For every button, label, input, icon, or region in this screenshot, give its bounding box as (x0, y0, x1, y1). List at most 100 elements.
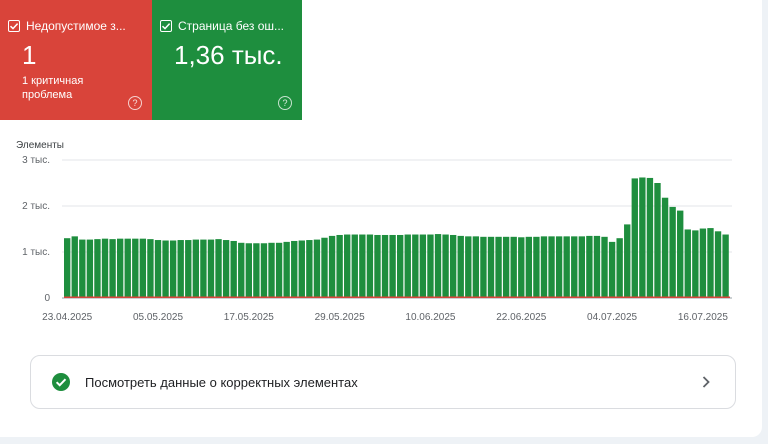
invalid-status-tile[interactable]: Недопустимое з... 1 1 критичная проблема… (0, 0, 152, 120)
chart-bar (245, 243, 252, 298)
valid-status-tile[interactable]: Страница без ош... 1,36 тыс. ? (152, 0, 302, 120)
chart-bar (336, 234, 343, 298)
chart-bar-invalid (684, 296, 693, 298)
chart-bar (253, 243, 260, 298)
chart-bar (699, 228, 707, 298)
chart-bar (366, 234, 374, 298)
help-icon[interactable]: ? (278, 96, 292, 110)
chart-bar (533, 236, 540, 298)
chart-bar-invalid (397, 296, 405, 298)
checkbox-icon[interactable] (8, 20, 20, 32)
coverage-card: Недопустимое з... 1 1 критичная проблема… (0, 0, 762, 437)
chart-bar-invalid (533, 296, 541, 298)
y-tick-label: 0 (44, 293, 50, 304)
chart-bar-invalid (283, 296, 292, 298)
chart-bar (397, 234, 404, 298)
x-tick-label: 29.05.2025 (315, 312, 365, 323)
chart-bar-invalid (124, 296, 133, 298)
chart-bar-invalid (646, 296, 655, 298)
chart-bar (639, 177, 646, 298)
chart-bar-invalid (147, 296, 155, 298)
chart-bar-invalid (608, 296, 617, 298)
chart-bar (374, 234, 381, 298)
chart-bar (124, 238, 131, 298)
chart-bar (495, 236, 502, 298)
chart-bar (162, 240, 169, 298)
chart-bar-invalid (654, 296, 662, 298)
chart-bar-invalid (359, 296, 367, 298)
invalid-tile-sub: 1 критичная проблема (22, 75, 84, 101)
checkbox-icon[interactable] (160, 20, 172, 32)
chart-bar-invalid (631, 296, 640, 298)
chart-bar-invalid (661, 296, 670, 298)
chart-bar-invalid (571, 296, 579, 298)
chart-bar-invalid (238, 296, 246, 298)
chart-bar-invalid (412, 296, 420, 298)
chart-bar-invalid (298, 296, 307, 298)
invalid-tile-label: Недопустимое з... (26, 19, 126, 33)
chart-bar-invalid (616, 296, 625, 298)
chart-bar (427, 234, 434, 298)
chart-bar-invalid (162, 296, 170, 298)
chart-bar (192, 239, 200, 298)
chart-bar-invalid (94, 296, 102, 298)
chart-bar (268, 242, 275, 298)
chart-bar-invalid (669, 296, 678, 298)
chart-bar (185, 240, 192, 298)
chart-bar (132, 238, 139, 298)
invalid-tile-value: 1 (22, 40, 37, 70)
chart-bar (472, 236, 480, 298)
chart-bar-invalid (132, 296, 140, 298)
chart-bar-invalid (419, 296, 428, 298)
chart-bar (616, 238, 623, 298)
chart-bar (328, 235, 336, 298)
chart-bar-invalid (222, 296, 231, 298)
chart-bar (101, 238, 109, 298)
chart-bar (608, 241, 616, 298)
chart-bar-invalid (366, 296, 375, 298)
x-tick-label: 16.07.2025 (678, 312, 728, 323)
y-tick-label: 3 тыс. (22, 155, 50, 166)
chart-bar-invalid (707, 296, 715, 298)
chart-bar-invalid (230, 296, 239, 298)
chart-bar (94, 239, 101, 298)
chart-bar (540, 236, 548, 298)
chart-bar-invalid (101, 296, 110, 298)
chart-bar-invalid (389, 296, 397, 298)
help-icon[interactable]: ? (128, 96, 142, 110)
chart-bar-invalid (344, 296, 352, 298)
x-tick-label: 17.05.2025 (224, 312, 274, 323)
chart-bar (147, 239, 154, 298)
check-circle-icon (52, 373, 70, 391)
x-tick-label: 05.05.2025 (133, 312, 183, 323)
chart-bar (586, 235, 593, 298)
view-valid-items-link[interactable]: Посмотреть данные о корректных элементах (30, 355, 736, 409)
chart-bar (313, 239, 321, 298)
chart-bar-invalid (699, 296, 708, 298)
chart-bar-invalid (381, 296, 390, 298)
chevron-right-icon (702, 376, 710, 388)
chart-bar (275, 242, 283, 298)
chart-bar-invalid (306, 296, 314, 298)
chart-bar (419, 234, 427, 298)
items-bar-chart: 0 1 тыс. 2 тыс. 3 тыс. 23.04.2025 05.05.2025 1… (22, 155, 732, 323)
chart-bar (714, 231, 722, 298)
chart-bar-invalid (540, 296, 549, 298)
chart-bar-invalid (71, 296, 80, 298)
chart-bar (707, 228, 714, 298)
chart-bar-invalid (177, 296, 186, 298)
chart-bar (116, 238, 124, 298)
chart-bar-invalid (404, 296, 413, 298)
chart-bar-invalid (692, 296, 700, 298)
chart-bar-invalid (116, 296, 125, 298)
chart-bar (571, 236, 578, 298)
chart-bar (381, 234, 389, 298)
chart-bar-invalid (586, 296, 594, 298)
x-tick-label: 10.06.2025 (405, 312, 455, 323)
chart-bar-invalid (555, 296, 564, 298)
chart-bar (79, 239, 86, 298)
valid-tile-header: Страница без ош... (160, 19, 284, 33)
chart-bar (230, 240, 237, 298)
chart-bar-invalid (139, 296, 148, 298)
chart-bar (502, 236, 510, 298)
